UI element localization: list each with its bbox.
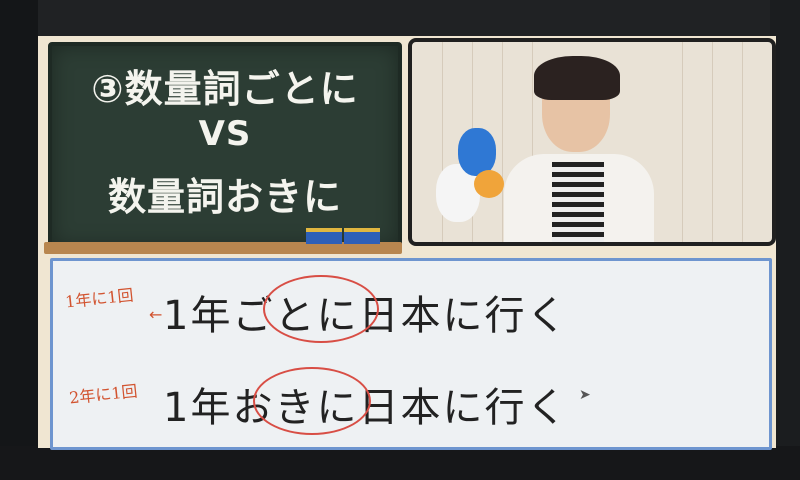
blue-plush-toy <box>458 128 496 176</box>
eraser-icon <box>344 228 380 244</box>
presenter-hair <box>534 56 620 100</box>
monitor-left-bezel <box>0 0 38 480</box>
wall-plank <box>652 42 683 242</box>
monitor-bottom-bezel <box>0 446 800 480</box>
wall-plank <box>682 42 713 242</box>
wall-plank <box>712 42 743 242</box>
highlight-circle-okini <box>253 367 371 435</box>
board-title-line3: 数量詞おきに <box>107 175 342 219</box>
annotation-arrow: ← <box>149 305 163 324</box>
presenter-shirt <box>552 162 604 242</box>
board-title-line1: ③数量詞ごとに <box>91 67 359 111</box>
eraser-icon <box>306 228 342 244</box>
lesson-screen: ③数量詞ごとに VS 数量詞おきに 1年に1回 ← 2年に1回 1年ごとに日本に… <box>38 36 776 450</box>
example-sentences-panel: 1年に1回 ← 2年に1回 1年ごとに日本に行く 1年おきに日本に行く ➤ <box>50 258 772 450</box>
plush-toys <box>430 112 510 232</box>
yellow-plush-toy <box>474 170 504 198</box>
annotation-note-1: 1年に1回 <box>64 285 135 312</box>
chalkboard: ③数量詞ごとに VS 数量詞おきに <box>48 42 402 250</box>
annotation-note-2: 2年に1回 <box>68 381 139 408</box>
mouse-cursor-icon: ➤ <box>579 387 591 403</box>
monitor-top-bezel <box>0 0 800 36</box>
board-title-line2: VS <box>198 114 252 154</box>
highlight-circle-gototoni <box>263 275 379 343</box>
chalk-tray <box>44 228 402 254</box>
video-panel <box>408 38 776 246</box>
